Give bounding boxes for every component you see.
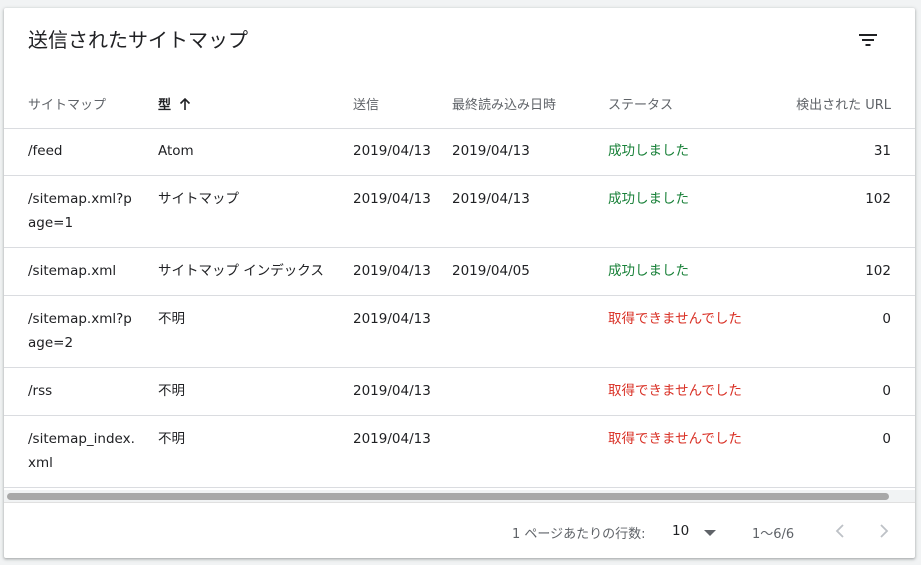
cell-type: 不明 xyxy=(158,431,185,447)
cell-last-read: 2019/04/05 xyxy=(452,263,530,279)
col-header-status[interactable]: ステータス xyxy=(608,94,673,113)
cell-sitemap: /sitemap_index.xml xyxy=(28,431,135,471)
cell-status: 成功しました xyxy=(608,143,689,159)
cell-last-read: 2019/04/13 xyxy=(452,143,530,159)
col-header-sitemap[interactable]: サイトマップ xyxy=(28,94,106,113)
cell-type: Atom xyxy=(158,143,194,159)
chevron-right-icon xyxy=(880,524,889,538)
cell-submitted: 2019/04/13 xyxy=(353,383,431,399)
cell-type: サイトマップ xyxy=(158,191,239,207)
filter-list-icon xyxy=(859,34,877,46)
cell-submitted: 2019/04/13 xyxy=(353,311,431,327)
cell-submitted: 2019/04/13 xyxy=(353,191,431,207)
col-header-submitted[interactable]: 送信 xyxy=(353,94,379,113)
table-row[interactable]: /sitemap.xml?page=1 サイトマップ 2019/04/13 20… xyxy=(4,176,915,248)
cell-status: 成功しました xyxy=(608,191,689,207)
table-footer: 1 ページあたりの行数: 10 1〜6/6 xyxy=(4,504,915,558)
cell-discovered-urls: 31 xyxy=(873,143,891,159)
arrow-upward-icon xyxy=(179,97,191,115)
table-row[interactable]: /feed Atom 2019/04/13 2019/04/13 成功しました … xyxy=(4,128,915,176)
cell-discovered-urls: 0 xyxy=(882,311,891,327)
cell-sitemap: /sitemap.xml?page=1 xyxy=(28,191,132,231)
cell-status: 取得できませんでした xyxy=(608,311,742,327)
cell-submitted: 2019/04/13 xyxy=(353,143,431,159)
arrow-drop-down-icon xyxy=(704,526,716,541)
table-row[interactable]: /sitemap_index.xml 不明 2019/04/13 取得できません… xyxy=(4,416,915,488)
table-row[interactable]: /sitemap.xml サイトマップ インデックス 2019/04/13 20… xyxy=(4,248,915,296)
sitemaps-card: 送信されたサイトマップ サイトマップ 型 送信 最終読み込み日時 ステータス 検… xyxy=(4,8,915,558)
cell-type: サイトマップ インデックス xyxy=(158,263,324,279)
cell-discovered-urls: 102 xyxy=(865,263,891,279)
chevron-left-icon xyxy=(835,524,844,538)
cell-status: 取得できませんでした xyxy=(608,383,742,399)
cell-status: 成功しました xyxy=(608,263,689,279)
col-header-type[interactable]: 型 xyxy=(158,94,191,115)
cell-discovered-urls: 0 xyxy=(882,383,891,399)
pagination-range: 1〜6/6 xyxy=(752,527,795,542)
cell-sitemap: /rss xyxy=(28,383,53,399)
card-title: 送信されたサイトマップ xyxy=(28,28,248,52)
table-row[interactable]: /rss 不明 2019/04/13 取得できませんでした 0 xyxy=(4,368,915,416)
horizontal-scrollbar[interactable] xyxy=(4,490,915,503)
cell-submitted: 2019/04/13 xyxy=(353,263,431,279)
cell-type: 不明 xyxy=(158,311,185,327)
cell-discovered-urls: 102 xyxy=(865,191,891,207)
cell-sitemap: /feed xyxy=(28,143,63,159)
cell-submitted: 2019/04/13 xyxy=(353,431,431,447)
col-header-discovered-urls[interactable]: 検出された URL xyxy=(796,94,891,113)
previous-page-button[interactable] xyxy=(826,517,854,545)
col-header-last-read[interactable]: 最終読み込み日時 xyxy=(452,94,556,113)
table-row[interactable]: /sitemap.xml?page=2 不明 2019/04/13 取得できませ… xyxy=(4,296,915,368)
cell-sitemap: /sitemap.xml xyxy=(28,263,117,279)
table-body: /feed Atom 2019/04/13 2019/04/13 成功しました … xyxy=(4,128,915,488)
cell-discovered-urls: 0 xyxy=(882,431,891,447)
cell-sitemap: /sitemap.xml?page=2 xyxy=(28,311,132,351)
cell-last-read: 2019/04/13 xyxy=(452,191,530,207)
filter-button[interactable] xyxy=(852,24,884,56)
cell-type: 不明 xyxy=(158,383,185,399)
rows-per-page-select[interactable]: 10 xyxy=(672,516,722,546)
scrollbar-thumb[interactable] xyxy=(7,493,889,500)
table-header: サイトマップ 型 送信 最終読み込み日時 ステータス 検出された URL xyxy=(4,76,915,129)
rows-per-page-label: 1 ページあたりの行数: xyxy=(512,527,646,542)
next-page-button[interactable] xyxy=(870,517,898,545)
cell-status: 取得できませんでした xyxy=(608,431,742,447)
rows-per-page-value: 10 xyxy=(672,523,690,539)
